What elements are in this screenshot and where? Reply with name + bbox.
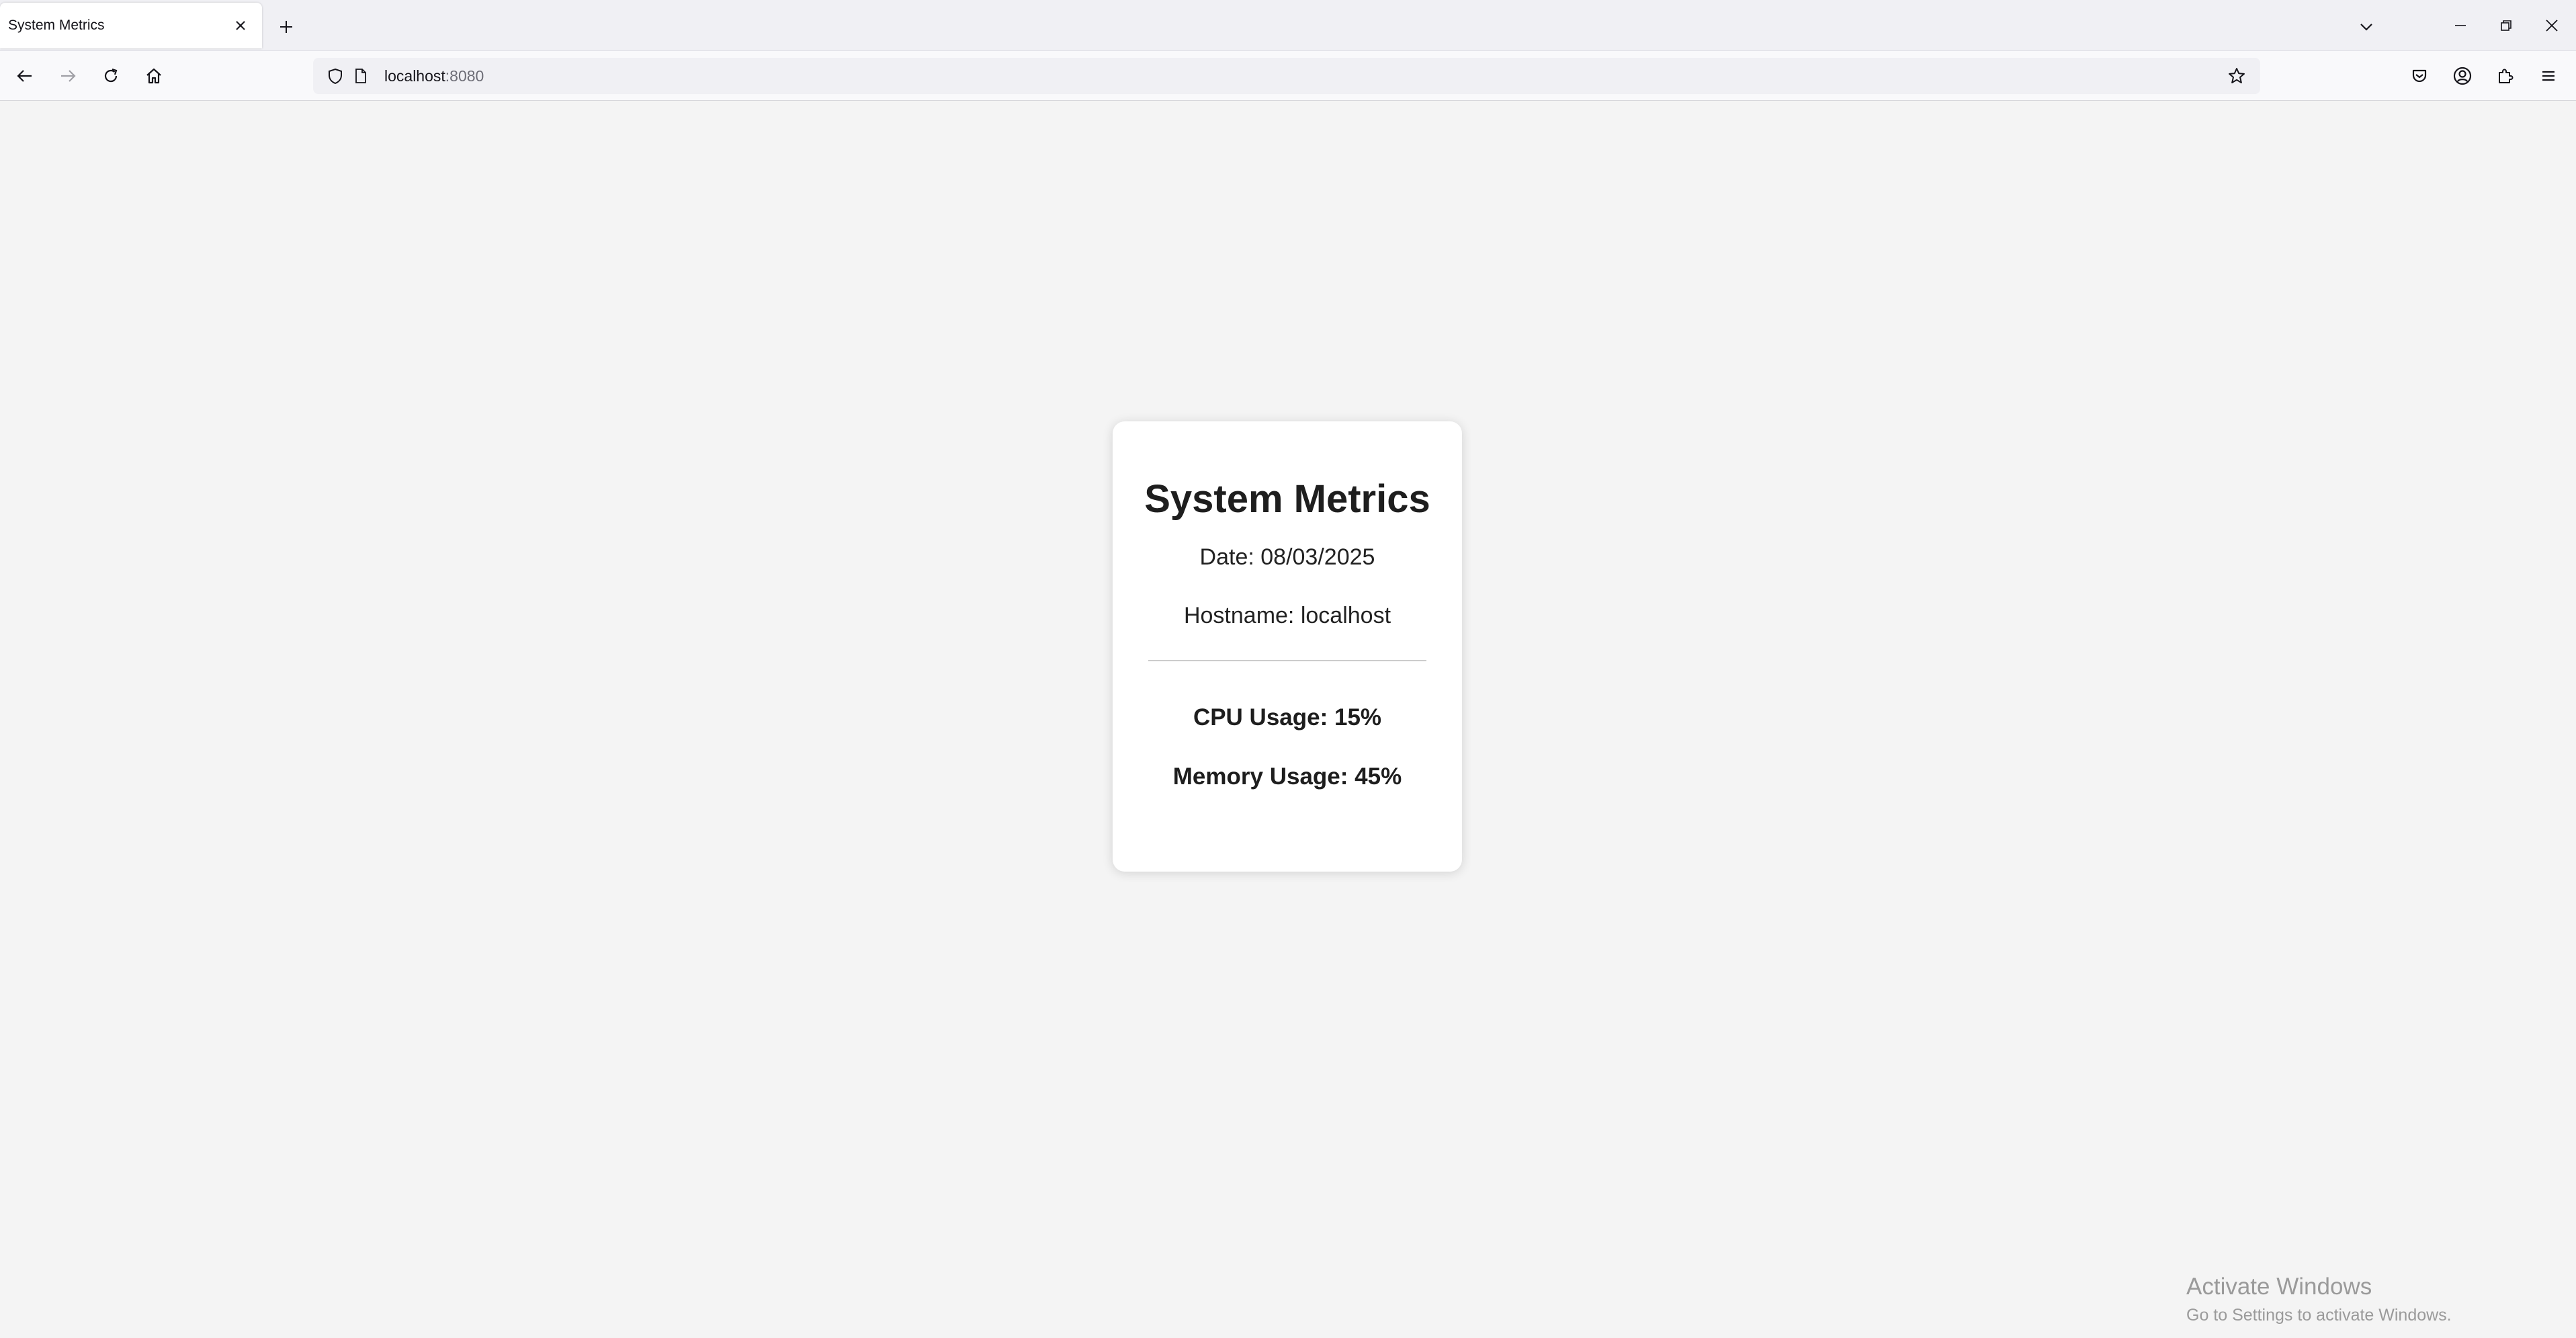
arrow-right-icon[interactable] (51, 59, 85, 93)
reload-icon[interactable] (94, 59, 128, 93)
divider (1148, 660, 1426, 661)
restore-icon[interactable] (2486, 8, 2526, 43)
close-icon[interactable] (227, 12, 254, 39)
windows-activation-watermark: Activate Windows Go to Settings to activ… (2186, 1273, 2452, 1325)
navigation-toolbar: localhost:8080 (0, 51, 2576, 101)
memory-usage-text: Memory Usage: 45% (1172, 763, 1402, 790)
minimize-icon[interactable] (2440, 8, 2481, 43)
url-text[interactable]: localhost:8080 (384, 67, 484, 85)
home-icon[interactable] (137, 59, 171, 93)
watermark-title: Activate Windows (2186, 1273, 2372, 1300)
card-title: System Metrics (1144, 477, 1430, 521)
arrow-left-icon[interactable] (8, 59, 42, 93)
url-port: :8080 (445, 67, 484, 85)
account-icon[interactable] (2446, 59, 2479, 93)
date-text: Date: 08/03/2025 (1199, 544, 1375, 570)
browser-tab[interactable]: System Metrics (0, 3, 262, 48)
shield-icon[interactable] (324, 65, 347, 87)
chevron-down-icon[interactable] (2352, 12, 2381, 42)
tab-title: System Metrics (8, 17, 105, 33)
star-icon[interactable] (2220, 59, 2253, 93)
puzzle-icon[interactable] (2489, 59, 2522, 93)
cpu-usage-text: CPU Usage: 15% (1193, 704, 1382, 730)
plus-icon[interactable] (271, 12, 301, 42)
watermark-subtitle: Go to Settings to activate Windows. (2186, 1306, 2452, 1325)
hostname-text: Hostname: localhost (1183, 603, 1391, 628)
pocket-icon[interactable] (2403, 59, 2436, 93)
hamburger-menu-icon[interactable] (2532, 59, 2565, 93)
url-bar[interactable]: localhost:8080 (313, 58, 2260, 94)
close-window-icon[interactable] (2532, 8, 2572, 43)
metrics-card: System Metrics Date: 08/03/2025 Hostname… (1113, 421, 1462, 872)
url-host: localhost (384, 67, 445, 85)
page-icon[interactable] (349, 65, 372, 87)
tab-strip: System Metrics (0, 0, 2576, 51)
